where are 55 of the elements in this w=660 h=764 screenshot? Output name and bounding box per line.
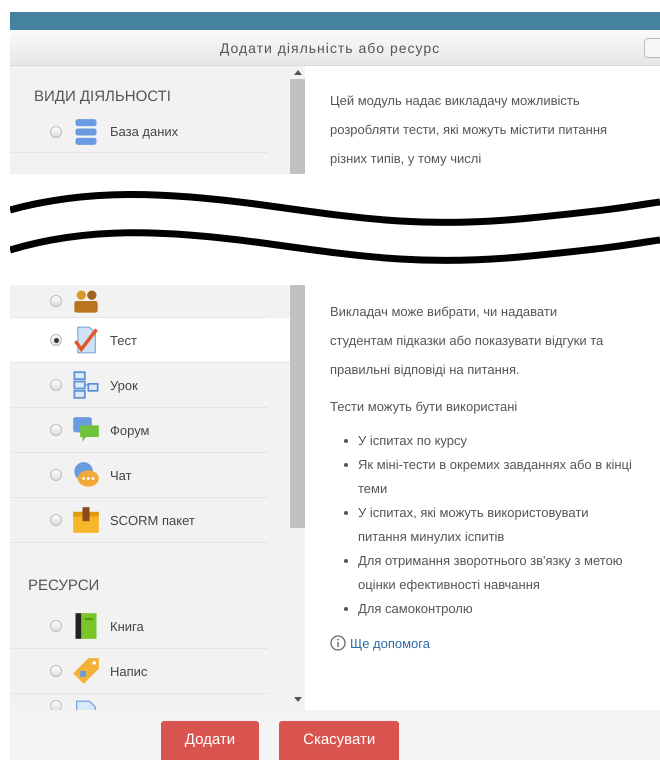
radio-button[interactable] xyxy=(50,126,62,138)
bullet-icon xyxy=(344,439,348,443)
bullet-icon xyxy=(344,463,348,467)
dialog-title: Додати діяльність або ресурс xyxy=(220,40,440,56)
more-help-link[interactable]: Ще допомога xyxy=(350,636,430,650)
section-heading: РЕСУРСИ xyxy=(27,576,100,596)
scrollbar[interactable] xyxy=(290,285,305,710)
flowchart-icon xyxy=(72,371,100,399)
activity-option[interactable]: SCORM пакет xyxy=(10,498,268,543)
description-text: Тести можуть бути використані xyxy=(330,398,518,416)
radio-button[interactable] xyxy=(50,334,62,346)
bullet-icon xyxy=(344,511,348,515)
activity-option[interactable]: Тест xyxy=(10,318,290,363)
checkmark-document-icon xyxy=(72,326,100,354)
activity-label: Форум xyxy=(110,422,150,438)
radio-button[interactable] xyxy=(50,665,62,677)
description-text: Викладач може вибрати, чи надавати студентам підказки або показувати відгуки та правильні відповіді на питання. xyxy=(330,303,604,379)
activity-label: Урок xyxy=(110,378,138,392)
radio-button[interactable] xyxy=(50,379,62,391)
activity-label: Напис xyxy=(110,664,148,678)
section-heading: ВИДИ ДІЯЛЬНОСТІ xyxy=(33,87,172,107)
radio-button[interactable] xyxy=(50,469,62,481)
description-text: Цей модуль надає викладачу можливість розробляти тести, які можуть містити питання різних типів, у тому числі xyxy=(330,92,608,168)
radio-button[interactable] xyxy=(50,295,62,307)
activity-label: Книга xyxy=(110,618,144,634)
activity-label: SCORM пакет xyxy=(110,512,195,528)
activity-option[interactable]: Чат xyxy=(10,453,268,498)
box-icon xyxy=(72,506,100,534)
scrollbar[interactable] xyxy=(290,66,305,174)
speech-bubbles-icon xyxy=(72,416,100,444)
activity-option[interactable]: База даних xyxy=(10,111,268,153)
activity-label: База даних xyxy=(110,124,178,139)
activity-option[interactable]: Напис xyxy=(10,649,268,694)
list-item-text: Як міні-тести в окремих завданнях або в кінці теми xyxy=(358,456,633,498)
list-item-text: Для отримання зворотнього зв'язку з метою оцінки ефективності навчання xyxy=(358,552,624,594)
dialog-button[interactable]: Додати xyxy=(160,721,260,760)
activity-option[interactable]: Форум xyxy=(10,408,268,453)
info-icon xyxy=(330,635,346,651)
activity-label: Чат xyxy=(110,468,132,482)
bullet-icon xyxy=(344,559,348,563)
bullet-icon xyxy=(344,607,348,611)
activity-option[interactable]: Урок xyxy=(10,363,268,408)
dialog-button[interactable]: Скасувати xyxy=(279,721,400,760)
radio-button[interactable] xyxy=(50,514,62,526)
chat-bubbles-icon xyxy=(72,461,100,489)
radio-button[interactable] xyxy=(50,620,62,632)
activity-label: Тест xyxy=(110,332,137,348)
list-item-text: У іспитах, які можуть використовувати питання минулих іспитів xyxy=(358,504,590,546)
scroll-down-icon[interactable] xyxy=(294,697,302,702)
tag-icon xyxy=(72,657,100,685)
list-item-text: Для самоконтролю xyxy=(358,600,473,618)
radio-button[interactable] xyxy=(50,700,62,710)
activity-option[interactable]: Книга xyxy=(10,604,268,649)
list-item-text: У іспитах по курсу xyxy=(358,432,468,450)
radio-button[interactable] xyxy=(50,424,62,436)
